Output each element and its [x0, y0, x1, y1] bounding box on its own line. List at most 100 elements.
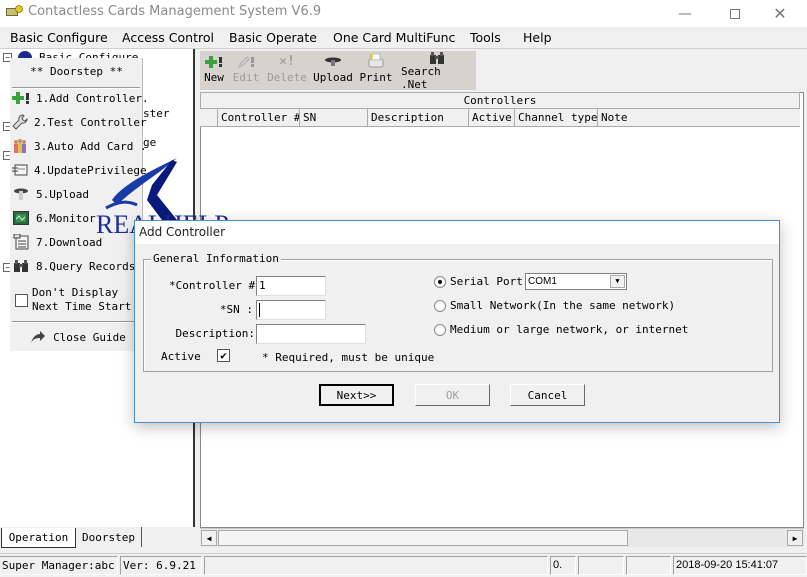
- tab-doorstep[interactable]: Doorstep: [76, 527, 142, 547]
- description-input[interactable]: [256, 324, 366, 344]
- guide-item-auto-add-card[interactable]: 3.Auto Add Card .: [10, 136, 147, 156]
- guide-item-test-controller[interactable]: 2.Test Controller: [10, 112, 147, 132]
- download-icon: [12, 234, 30, 250]
- edit-button[interactable]: Edit: [231, 51, 261, 90]
- minimize-icon: —: [678, 5, 692, 22]
- tab-operation[interactable]: Operation: [1, 528, 76, 548]
- status-cell: [204, 556, 548, 575]
- guide-item-monitor[interactable]: 6.Monitor: [10, 208, 143, 228]
- delete-icon: ✕!: [279, 53, 295, 69]
- binoculars-icon: [12, 258, 30, 274]
- large-network-label: Medium or large network, or internet: [450, 323, 689, 336]
- dont-display-label: Don't Display: [32, 286, 119, 299]
- maximize-button[interactable]: [712, 0, 758, 27]
- grid-header: Controller # SN Description Active Chann…: [200, 109, 800, 127]
- menu-bar: Basic Configure Access Control Basic Ope…: [0, 27, 807, 49]
- menu-basic-operate[interactable]: Basic Operate: [229, 30, 317, 45]
- column-header-description[interactable]: Description: [368, 109, 469, 127]
- column-header-note[interactable]: Note: [598, 109, 800, 127]
- upload-button[interactable]: Upload: [313, 51, 353, 90]
- doorstep-guide: ** Doorstep ** 1.Add Controller. 2.Test …: [10, 58, 149, 351]
- close-guide-button[interactable]: Close Guide: [10, 327, 143, 347]
- status-cell: [626, 556, 671, 575]
- column-header-channel-type[interactable]: Channel type: [515, 109, 598, 127]
- divider: [12, 321, 140, 323]
- close-button[interactable]: ✕: [757, 0, 803, 27]
- serial-port-select[interactable]: COM1 ▼: [525, 273, 627, 290]
- small-network-label: Small Network(In the same network): [450, 299, 676, 312]
- guide-item-download[interactable]: 7.Download: [10, 232, 143, 252]
- search-net-button[interactable]: Search .Net: [401, 51, 473, 91]
- next-button[interactable]: Next>>: [319, 384, 394, 406]
- large-network-radio[interactable]: [434, 324, 446, 336]
- group-label: General Information: [151, 252, 281, 265]
- guide-title: ** Doorstep **: [30, 65, 123, 78]
- active-label: Active: [161, 350, 201, 363]
- menu-access-control[interactable]: Access Control: [122, 30, 214, 45]
- upload-icon: [324, 51, 342, 71]
- maximize-icon: [730, 8, 740, 19]
- toolbar: New Edit ✕! Delete Upload Print Search .…: [200, 51, 476, 91]
- edit-icon: [237, 51, 255, 71]
- dont-display-checkbox[interactable]: [15, 294, 28, 307]
- add-controller-dialog: Add Controller General Information *Cont…: [134, 220, 780, 423]
- upload-icon: [12, 186, 30, 202]
- guide-item-upload[interactable]: 5.Upload: [10, 184, 143, 204]
- status-bar: Super Manager:abc Ver: 6.9.21 0. 2018-09…: [0, 553, 807, 577]
- wrench-icon: [12, 114, 28, 130]
- scroll-right-arrow-icon[interactable]: ▶: [787, 530, 803, 546]
- printer-icon: [367, 51, 385, 71]
- chevron-down-icon[interactable]: ▼: [610, 275, 625, 288]
- active-checkbox[interactable]: ✔: [217, 349, 230, 362]
- binoculars-icon: [429, 51, 445, 65]
- status-cell: [578, 556, 624, 575]
- horizontal-scrollbar[interactable]: ◀ ▶: [200, 528, 804, 547]
- small-network-radio[interactable]: [434, 300, 446, 312]
- guide-item-update-privilege[interactable]: 4.UpdatePrivilege: [10, 160, 147, 180]
- grid-title: Controllers: [200, 92, 800, 109]
- scrollbar-thumb[interactable]: [218, 530, 628, 546]
- title-bar: Contactless Cards Management System V6.9…: [0, 0, 807, 27]
- controller-number-input[interactable]: 1: [256, 276, 326, 296]
- sn-input[interactable]: [256, 300, 326, 320]
- description-label: Description:: [175, 327, 255, 340]
- add-controller-icon: [12, 90, 30, 106]
- window-title: Contactless Cards Management System V6.9: [28, 4, 322, 19]
- update-icon: [12, 162, 28, 178]
- text-cursor: [259, 303, 260, 317]
- cancel-button[interactable]: Cancel: [510, 384, 585, 406]
- general-information-group: General Information *Controller #: 1 *SN…: [143, 252, 773, 372]
- column-header-sn[interactable]: SN: [300, 109, 368, 127]
- status-version: Ver: 6.9.21: [120, 556, 202, 575]
- arrow-icon: [29, 329, 47, 345]
- guide-item-query-records[interactable]: 8.Query Records: [10, 256, 143, 276]
- minimize-button[interactable]: —: [662, 0, 708, 27]
- people-icon: [12, 138, 28, 154]
- sn-label: *SN :: [219, 303, 253, 316]
- serial-port-label: Serial Port: [450, 275, 523, 288]
- menu-help[interactable]: Help: [523, 30, 552, 45]
- required-note: * Required, must be unique: [262, 351, 435, 364]
- guide-item-add-controller[interactable]: 1.Add Controller.: [10, 88, 149, 108]
- menu-tools[interactable]: Tools: [470, 30, 501, 45]
- dont-display-label-line2: Next Time Start: [32, 300, 132, 313]
- row-selector-header: [200, 109, 218, 127]
- delete-button[interactable]: ✕! Delete: [266, 51, 308, 90]
- print-button[interactable]: Print: [359, 51, 393, 90]
- menu-basic-configure[interactable]: Basic Configure: [10, 30, 108, 45]
- column-header-controller[interactable]: Controller #: [218, 109, 300, 127]
- status-datetime: 2018-09-20 15:41:07: [673, 556, 807, 575]
- dialog-title-bar[interactable]: Add Controller: [135, 221, 779, 244]
- status-user: Super Manager:abc: [0, 556, 118, 575]
- app-icon: [6, 5, 23, 16]
- serial-port-radio[interactable]: [434, 276, 446, 288]
- close-icon: ✕: [773, 4, 787, 23]
- controller-number-label: *Controller #:: [169, 279, 262, 292]
- scroll-left-arrow-icon[interactable]: ◀: [201, 530, 217, 546]
- menu-one-card-multifunc[interactable]: One Card MultiFunc: [333, 30, 455, 45]
- ok-button[interactable]: OK: [415, 384, 490, 406]
- column-header-active[interactable]: Active: [469, 109, 515, 127]
- new-button[interactable]: New: [202, 51, 226, 90]
- status-count: 0.: [550, 556, 576, 575]
- dialog-title: Add Controller: [139, 225, 226, 239]
